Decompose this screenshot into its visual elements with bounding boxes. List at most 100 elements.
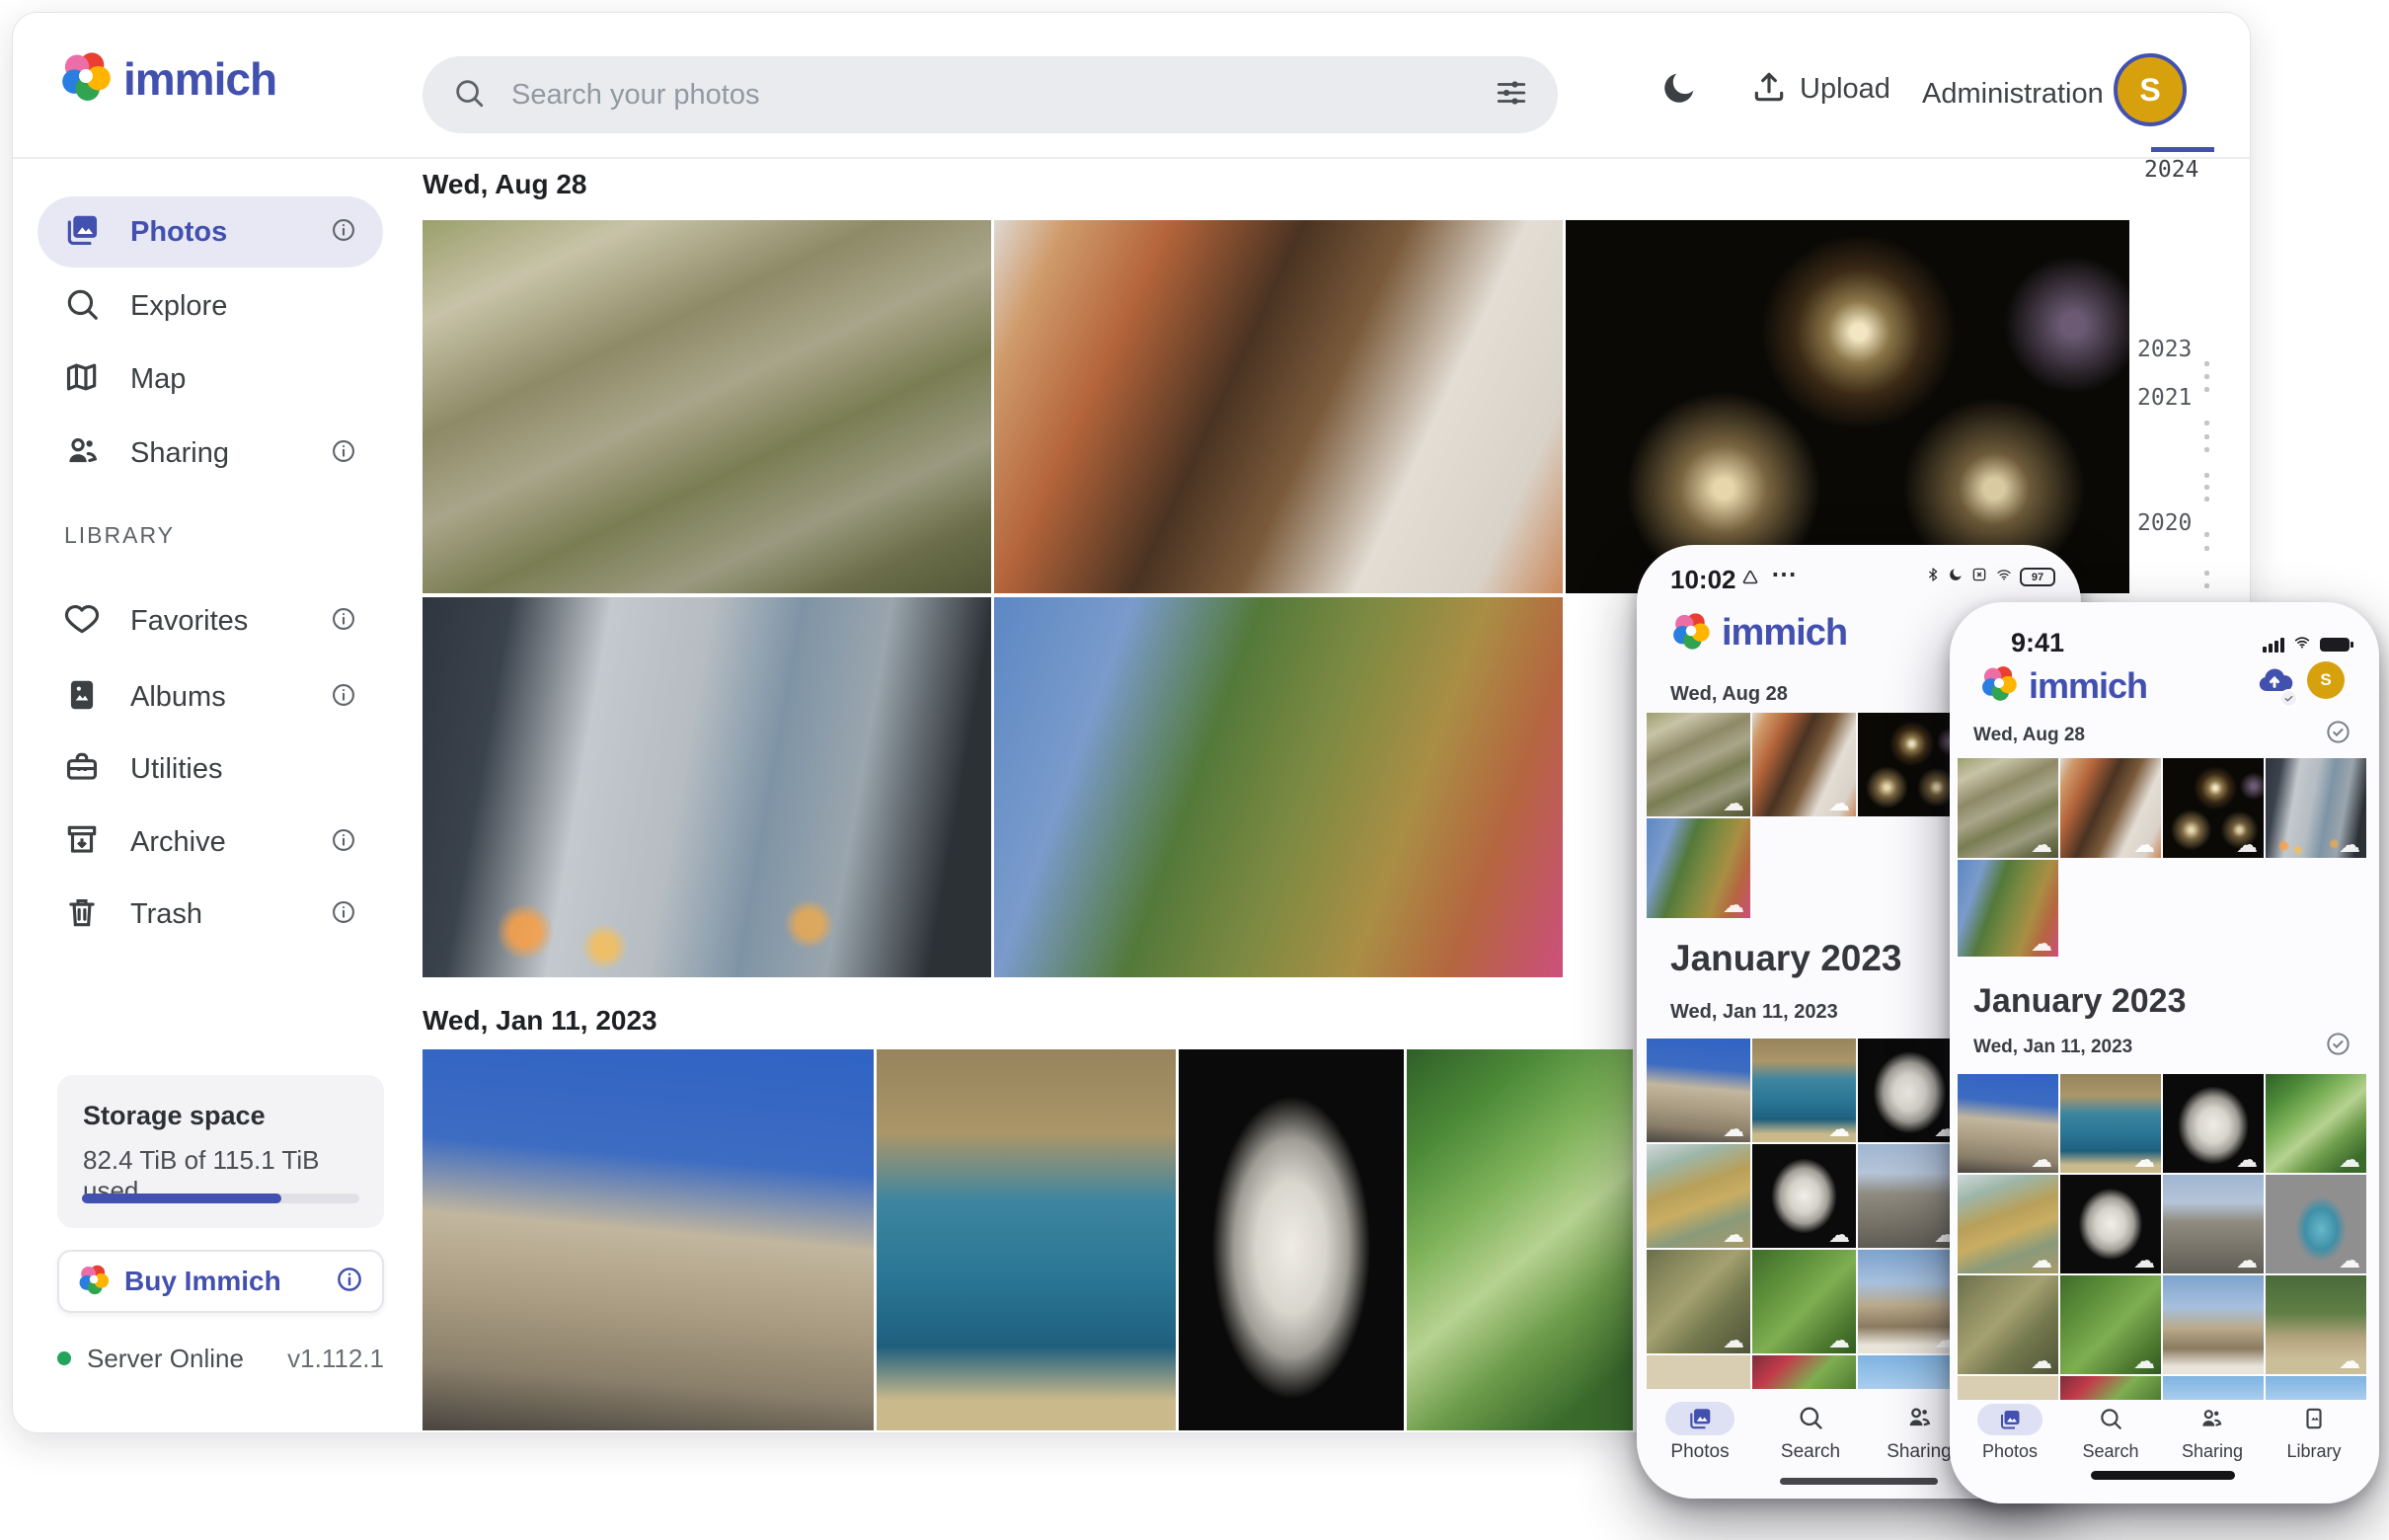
nav-search-icon[interactable] <box>2098 1406 2123 1436</box>
nav-search-icon[interactable] <box>1797 1404 1824 1436</box>
info-icon[interactable] <box>330 826 357 859</box>
cloud-icon: ☁ <box>2339 834 2360 856</box>
photo-coastal-town[interactable] <box>877 1049 1176 1430</box>
scrubber-position-marker[interactable] <box>2151 147 2214 152</box>
search-filters-icon[interactable] <box>1495 76 1528 115</box>
thumb-zoo[interactable]: ☁ <box>1647 713 1750 816</box>
photo-autumn-path[interactable] <box>994 597 1563 977</box>
thumb-partial[interactable] <box>1647 1355 1750 1389</box>
thumb-coast[interactable]: ☁ <box>1752 1039 1856 1142</box>
thumb-lizard-2[interactable]: ☁ <box>1752 1250 1856 1353</box>
thumb-lizard-2[interactable]: ☁ <box>2060 1275 2161 1374</box>
thumb-partial[interactable] <box>2163 1376 2264 1400</box>
search-bar[interactable] <box>423 56 1558 133</box>
thumb-ruins[interactable]: ☁ <box>1858 1144 1962 1248</box>
thumb-zoo[interactable]: ☁ <box>1958 758 2058 858</box>
info-icon[interactable] <box>330 437 357 470</box>
nav-library-icon[interactable] <box>2301 1406 2327 1436</box>
cloud-sync-icon[interactable] <box>2252 661 2297 706</box>
thumb-coast[interactable]: ☁ <box>2060 1074 2161 1173</box>
nav-sharing-icon[interactable] <box>2198 1406 2224 1436</box>
date-group-header: Wed, Jan 11, 2023 <box>1670 1001 1838 1024</box>
thumb-autumn[interactable]: ☁ <box>1647 818 1750 918</box>
info-icon[interactable] <box>330 216 357 249</box>
thumb-partial[interactable] <box>1958 1376 2058 1400</box>
theme-toggle-moon-icon[interactable] <box>1659 68 1699 113</box>
thumb-beach-cliff[interactable]: ☁ <box>1647 1144 1750 1248</box>
photo-zoo-monkeys[interactable] <box>423 220 991 593</box>
thumb-snowy-church[interactable] <box>2163 1275 2264 1374</box>
thumb-lizard[interactable]: ☁ <box>1958 1275 2058 1374</box>
nav-label[interactable]: Photos <box>1670 1441 1729 1463</box>
thumb-sculpture[interactable]: ☁ <box>2060 1175 2161 1273</box>
photo-marble-bust[interactable] <box>1179 1049 1404 1430</box>
thumb-bust[interactable]: ☁ <box>1858 1039 1962 1142</box>
info-icon[interactable] <box>330 898 357 931</box>
administration-link[interactable]: Administration <box>1922 78 2104 111</box>
info-icon[interactable] <box>330 605 357 638</box>
home-indicator[interactable] <box>1780 1478 1938 1485</box>
user-avatar[interactable]: S <box>2114 53 2187 126</box>
nav-photos-button[interactable] <box>1665 1402 1734 1435</box>
sidebar-item-explore[interactable]: Explore <box>38 270 383 342</box>
photo-fireworks[interactable] <box>1566 220 2129 593</box>
thumb-snowy-church[interactable]: ☁ <box>1858 1250 1962 1353</box>
thumb-plant[interactable]: ☁ <box>2266 1074 2366 1173</box>
photo-holding-hands[interactable] <box>423 597 991 977</box>
sidebar-item-sharing[interactable]: Sharing <box>38 418 383 489</box>
photo-sea-grapes[interactable] <box>1407 1049 1633 1430</box>
nav-label[interactable]: Sharing <box>1887 1441 1952 1463</box>
info-icon[interactable] <box>330 681 357 714</box>
phone-mockup-ios: 9:41 immich S Wed, Aug 28 ☁ ☁ ☁ ☁ <box>1950 602 2379 1503</box>
sidebar-item-photos[interactable]: Photos <box>38 196 383 268</box>
sidebar-item-utilities[interactable]: Utilities <box>38 733 383 805</box>
nav-label[interactable]: Search <box>2082 1441 2138 1462</box>
thumb-beach-cliff[interactable]: ☁ <box>1958 1175 2058 1273</box>
thumb-fireworks[interactable] <box>1858 713 1962 816</box>
buy-immich-button[interactable]: Buy Immich <box>57 1250 384 1313</box>
thumb-fireworks[interactable]: ☁ <box>2163 758 2264 858</box>
heart-icon <box>63 600 101 643</box>
thumb-sculpture[interactable]: ☁ <box>1752 1144 1856 1248</box>
thumb-dinner[interactable]: ☁ <box>2060 758 2161 858</box>
sidebar-item-archive[interactable]: Archive <box>38 807 383 878</box>
nav-label[interactable]: Photos <box>1982 1441 2038 1462</box>
photo-fortress[interactable] <box>423 1049 874 1430</box>
nav-photos-button[interactable] <box>1977 1404 2042 1435</box>
thumb-ornament[interactable]: ☁ <box>2266 1175 2366 1273</box>
sidebar-item-trash[interactable]: Trash <box>38 879 383 950</box>
thumb-fortress[interactable]: ☁ <box>1647 1039 1750 1142</box>
thumb-partial[interactable] <box>1752 1355 1856 1389</box>
scrubber-year-2020[interactable]: 2020 <box>2137 510 2226 536</box>
user-avatar[interactable]: S <box>2307 661 2345 699</box>
thumb-partial[interactable] <box>2266 1376 2366 1400</box>
sidebar-item-favorites[interactable]: Favorites <box>38 585 383 656</box>
sync-check-badge <box>2279 689 2298 708</box>
home-indicator[interactable] <box>2091 1471 2235 1480</box>
photo-dinner-table[interactable] <box>994 220 1563 593</box>
scrubber-year-2021[interactable]: 2021 <box>2137 385 2226 411</box>
thumb-ruins[interactable]: ☁ <box>2163 1175 2264 1273</box>
sidebar-item-map[interactable]: Map <box>38 344 383 415</box>
scrubber-year-2023[interactable]: 2023 <box>2137 337 2226 362</box>
nav-label[interactable]: Library <box>2286 1441 2341 1462</box>
thumb-partial[interactable] <box>2060 1376 2161 1400</box>
select-all-check-icon[interactable] <box>2325 1031 2351 1062</box>
search-input[interactable] <box>509 78 1495 113</box>
sidebar-item-albums[interactable]: Albums <box>38 661 383 732</box>
thumb-bust[interactable]: ☁ <box>2163 1074 2264 1173</box>
select-all-check-icon[interactable] <box>2325 719 2351 750</box>
photos-icon <box>63 211 101 254</box>
thumb-autumn[interactable]: ☁ <box>1958 860 2058 957</box>
thumb-hands[interactable]: ☁ <box>2266 758 2366 858</box>
thumb-dinner[interactable]: ☁ <box>1752 713 1856 816</box>
thumb-fortress[interactable]: ☁ <box>1958 1074 2058 1173</box>
nav-sharing-icon[interactable] <box>1905 1404 1933 1436</box>
nav-label[interactable]: Search <box>1781 1441 1840 1463</box>
thumb-alpine-farm[interactable]: ☁ <box>2266 1275 2366 1374</box>
thumb-lizard[interactable]: ☁ <box>1647 1250 1750 1353</box>
thumb-partial[interactable] <box>1858 1355 1962 1389</box>
nav-label[interactable]: Sharing <box>2182 1441 2243 1462</box>
info-icon[interactable] <box>335 1265 364 1299</box>
upload-button[interactable]: Upload <box>1750 68 1890 111</box>
